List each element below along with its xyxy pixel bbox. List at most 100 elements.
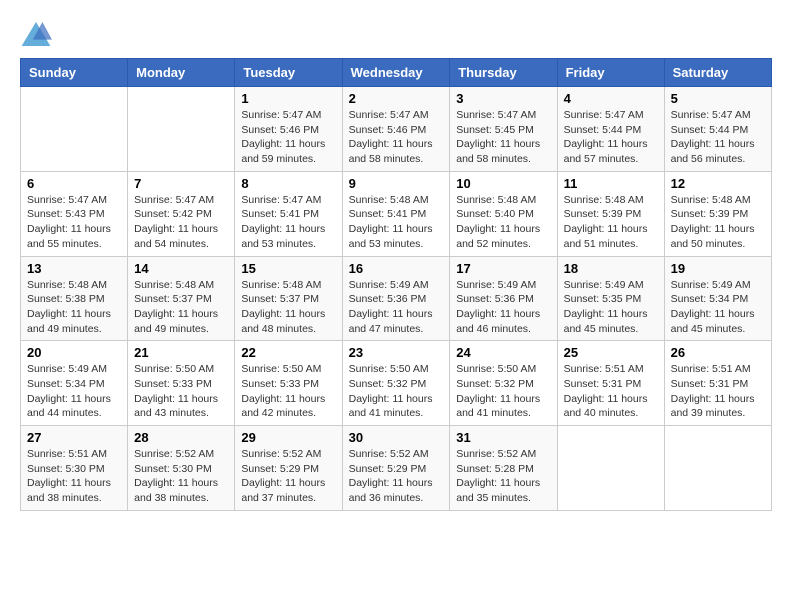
day-info: Sunrise: 5:51 AM Sunset: 5:31 PM Dayligh… <box>671 362 765 421</box>
sunset-text: Sunset: 5:42 PM <box>134 208 212 220</box>
sunrise-text: Sunrise: 5:48 AM <box>241 279 321 291</box>
calendar-cell: 24 Sunrise: 5:50 AM Sunset: 5:32 PM Dayl… <box>450 341 557 426</box>
daylight-text: Daylight: 11 hours and 58 minutes. <box>456 138 540 165</box>
sunrise-text: Sunrise: 5:47 AM <box>134 194 214 206</box>
daylight-text: Daylight: 11 hours and 42 minutes. <box>241 393 325 420</box>
sunset-text: Sunset: 5:30 PM <box>134 463 212 475</box>
day-info: Sunrise: 5:47 AM Sunset: 5:44 PM Dayligh… <box>671 108 765 167</box>
day-number: 13 <box>27 261 121 276</box>
calendar-cell: 22 Sunrise: 5:50 AM Sunset: 5:33 PM Dayl… <box>235 341 342 426</box>
daylight-text: Daylight: 11 hours and 55 minutes. <box>27 223 111 250</box>
page-header <box>20 20 772 48</box>
day-info: Sunrise: 5:48 AM Sunset: 5:37 PM Dayligh… <box>241 278 335 337</box>
sunset-text: Sunset: 5:41 PM <box>349 208 427 220</box>
calendar-week-5: 27 Sunrise: 5:51 AM Sunset: 5:30 PM Dayl… <box>21 426 772 511</box>
calendar-cell: 23 Sunrise: 5:50 AM Sunset: 5:32 PM Dayl… <box>342 341 450 426</box>
daylight-text: Daylight: 11 hours and 49 minutes. <box>134 308 218 335</box>
calendar-cell: 15 Sunrise: 5:48 AM Sunset: 5:37 PM Dayl… <box>235 256 342 341</box>
day-info: Sunrise: 5:47 AM Sunset: 5:43 PM Dayligh… <box>27 193 121 252</box>
day-number: 4 <box>564 91 658 106</box>
sunset-text: Sunset: 5:29 PM <box>241 463 319 475</box>
sunrise-text: Sunrise: 5:47 AM <box>456 109 536 121</box>
day-number: 11 <box>564 176 658 191</box>
calendar-cell <box>664 426 771 511</box>
sunrise-text: Sunrise: 5:48 AM <box>27 279 107 291</box>
daylight-text: Daylight: 11 hours and 38 minutes. <box>27 477 111 504</box>
day-info: Sunrise: 5:52 AM Sunset: 5:29 PM Dayligh… <box>349 447 444 506</box>
calendar-week-1: 1 Sunrise: 5:47 AM Sunset: 5:46 PM Dayli… <box>21 87 772 172</box>
daylight-text: Daylight: 11 hours and 39 minutes. <box>671 393 755 420</box>
day-number: 26 <box>671 345 765 360</box>
sunrise-text: Sunrise: 5:49 AM <box>27 363 107 375</box>
day-info: Sunrise: 5:50 AM Sunset: 5:33 PM Dayligh… <box>241 362 335 421</box>
sunrise-text: Sunrise: 5:50 AM <box>241 363 321 375</box>
sunset-text: Sunset: 5:37 PM <box>134 293 212 305</box>
daylight-text: Daylight: 11 hours and 49 minutes. <box>27 308 111 335</box>
day-info: Sunrise: 5:47 AM Sunset: 5:46 PM Dayligh… <box>241 108 335 167</box>
day-info: Sunrise: 5:48 AM Sunset: 5:38 PM Dayligh… <box>27 278 121 337</box>
calendar-cell: 3 Sunrise: 5:47 AM Sunset: 5:45 PM Dayli… <box>450 87 557 172</box>
sunset-text: Sunset: 5:32 PM <box>456 378 534 390</box>
sunset-text: Sunset: 5:45 PM <box>456 124 534 136</box>
sunrise-text: Sunrise: 5:47 AM <box>241 194 321 206</box>
day-info: Sunrise: 5:48 AM Sunset: 5:39 PM Dayligh… <box>671 193 765 252</box>
sunset-text: Sunset: 5:43 PM <box>27 208 105 220</box>
column-header-wednesday: Wednesday <box>342 59 450 87</box>
day-number: 12 <box>671 176 765 191</box>
day-info: Sunrise: 5:52 AM Sunset: 5:28 PM Dayligh… <box>456 447 550 506</box>
daylight-text: Daylight: 11 hours and 40 minutes. <box>564 393 648 420</box>
daylight-text: Daylight: 11 hours and 48 minutes. <box>241 308 325 335</box>
daylight-text: Daylight: 11 hours and 53 minutes. <box>349 223 433 250</box>
sunset-text: Sunset: 5:35 PM <box>564 293 642 305</box>
day-number: 1 <box>241 91 335 106</box>
day-number: 28 <box>134 430 228 445</box>
day-number: 9 <box>349 176 444 191</box>
day-number: 22 <box>241 345 335 360</box>
day-info: Sunrise: 5:49 AM Sunset: 5:35 PM Dayligh… <box>564 278 658 337</box>
day-number: 17 <box>456 261 550 276</box>
calendar-cell <box>557 426 664 511</box>
daylight-text: Daylight: 11 hours and 56 minutes. <box>671 138 755 165</box>
column-header-sunday: Sunday <box>21 59 128 87</box>
calendar-cell: 17 Sunrise: 5:49 AM Sunset: 5:36 PM Dayl… <box>450 256 557 341</box>
sunrise-text: Sunrise: 5:49 AM <box>671 279 751 291</box>
daylight-text: Daylight: 11 hours and 47 minutes. <box>349 308 433 335</box>
sunset-text: Sunset: 5:30 PM <box>27 463 105 475</box>
day-info: Sunrise: 5:47 AM Sunset: 5:44 PM Dayligh… <box>564 108 658 167</box>
daylight-text: Daylight: 11 hours and 52 minutes. <box>456 223 540 250</box>
day-number: 20 <box>27 345 121 360</box>
calendar-cell <box>128 87 235 172</box>
sunset-text: Sunset: 5:38 PM <box>27 293 105 305</box>
day-number: 8 <box>241 176 335 191</box>
calendar-cell: 19 Sunrise: 5:49 AM Sunset: 5:34 PM Dayl… <box>664 256 771 341</box>
daylight-text: Daylight: 11 hours and 35 minutes. <box>456 477 540 504</box>
sunrise-text: Sunrise: 5:48 AM <box>671 194 751 206</box>
sunset-text: Sunset: 5:34 PM <box>27 378 105 390</box>
calendar-cell: 5 Sunrise: 5:47 AM Sunset: 5:44 PM Dayli… <box>664 87 771 172</box>
sunset-text: Sunset: 5:39 PM <box>671 208 749 220</box>
day-number: 31 <box>456 430 550 445</box>
calendar-cell: 30 Sunrise: 5:52 AM Sunset: 5:29 PM Dayl… <box>342 426 450 511</box>
sunrise-text: Sunrise: 5:48 AM <box>456 194 536 206</box>
day-number: 19 <box>671 261 765 276</box>
sunrise-text: Sunrise: 5:48 AM <box>134 279 214 291</box>
calendar-cell: 7 Sunrise: 5:47 AM Sunset: 5:42 PM Dayli… <box>128 171 235 256</box>
calendar-cell: 10 Sunrise: 5:48 AM Sunset: 5:40 PM Dayl… <box>450 171 557 256</box>
day-number: 29 <box>241 430 335 445</box>
day-number: 7 <box>134 176 228 191</box>
sunset-text: Sunset: 5:44 PM <box>564 124 642 136</box>
day-info: Sunrise: 5:50 AM Sunset: 5:32 PM Dayligh… <box>349 362 444 421</box>
sunset-text: Sunset: 5:29 PM <box>349 463 427 475</box>
day-info: Sunrise: 5:52 AM Sunset: 5:29 PM Dayligh… <box>241 447 335 506</box>
day-info: Sunrise: 5:51 AM Sunset: 5:31 PM Dayligh… <box>564 362 658 421</box>
sunrise-text: Sunrise: 5:49 AM <box>349 279 429 291</box>
calendar-cell: 1 Sunrise: 5:47 AM Sunset: 5:46 PM Dayli… <box>235 87 342 172</box>
column-header-monday: Monday <box>128 59 235 87</box>
sunset-text: Sunset: 5:33 PM <box>241 378 319 390</box>
logo <box>20 20 54 48</box>
day-number: 15 <box>241 261 335 276</box>
day-number: 23 <box>349 345 444 360</box>
day-number: 2 <box>349 91 444 106</box>
day-number: 5 <box>671 91 765 106</box>
daylight-text: Daylight: 11 hours and 44 minutes. <box>27 393 111 420</box>
